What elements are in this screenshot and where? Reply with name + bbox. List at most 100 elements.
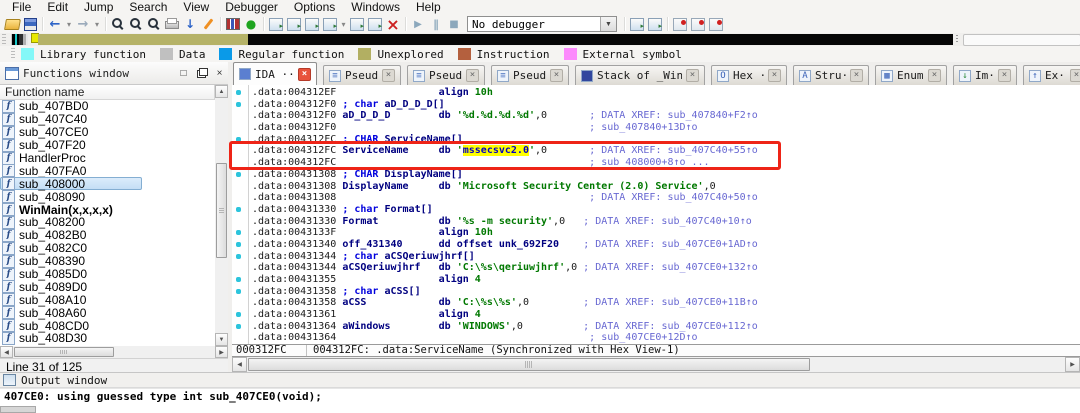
dbg-attach-icon[interactable]	[285, 16, 303, 32]
listing-line[interactable]: .data:00431330 Format db '%s -m security…	[232, 216, 1080, 228]
listing-line[interactable]: .data:004312FC ; CHAR ServiceName[]	[232, 134, 1080, 146]
listing-line[interactable]: .data:004312F0 ; sub_407840+13D↑o	[232, 122, 1080, 134]
jump-address-icon[interactable]: ↓	[181, 16, 199, 32]
dbg-open-icon[interactable]	[267, 16, 285, 32]
listing-line[interactable]: .data:00431340 off_431340 dd offset unk_…	[232, 239, 1080, 251]
listing-line[interactable]: .data:00431358 ; char aCSS[]	[232, 286, 1080, 298]
listing-line[interactable]: .data:004312FC ; sub_408000+8↑o ...	[232, 157, 1080, 169]
open-folder-icon[interactable]	[3, 16, 21, 32]
close-icon[interactable]: ×	[466, 69, 479, 82]
restore-window-icon[interactable]: □	[176, 66, 191, 80]
menu-item-search[interactable]: Search	[121, 0, 175, 15]
close-icon[interactable]: ×	[550, 69, 563, 82]
menu-item-windows[interactable]: Windows	[343, 0, 408, 15]
function-row-winmain-x-x-x-x[interactable]: fWinMain(x,x,x,x)	[0, 203, 215, 216]
nav-back-menu-icon[interactable]: ▾	[64, 16, 74, 32]
tab-ex[interactable]: ↑Ex···×	[1023, 65, 1080, 85]
search-binary-icon[interactable]	[145, 16, 163, 32]
listing-line[interactable]: .data:00431308 ; DATA XREF: sub_407C40+5…	[232, 192, 1080, 204]
dbg-step-icon[interactable]	[321, 16, 339, 32]
listing-line[interactable]: .data:00431361 align 4	[232, 309, 1080, 321]
close-window-icon[interactable]: ×	[212, 66, 227, 80]
tab-hex[interactable]: OHex ···×	[711, 65, 787, 85]
search-next-icon[interactable]	[127, 16, 145, 32]
menu-item-options[interactable]: Options	[286, 0, 343, 15]
close-icon[interactable]: ×	[298, 68, 311, 81]
listing-line[interactable]: .data:00431355 align 4	[232, 274, 1080, 286]
search-text-icon[interactable]	[109, 16, 127, 32]
listing-line[interactable]: .data:00431330 ; char Format[]	[232, 204, 1080, 216]
tab-im[interactable]: ↓Im···×	[953, 65, 1017, 85]
menu-item-jump[interactable]: Jump	[76, 0, 121, 15]
scroll-right-icon[interactable]: ▶	[1065, 357, 1080, 372]
flowchart-icon[interactable]	[224, 16, 242, 32]
function-row-sub-408a10[interactable]: fsub_408A10	[0, 293, 215, 306]
nav-back-icon[interactable]: ←	[46, 16, 64, 32]
marker-icon[interactable]	[199, 16, 217, 32]
step-into-icon[interactable]	[628, 16, 646, 32]
close-icon[interactable]: ×	[998, 69, 1011, 82]
chevron-down-icon[interactable]: ▼	[600, 17, 616, 31]
pause-icon[interactable]: ∥	[427, 16, 445, 32]
listing-line[interactable]: .data:00431308 DisplayName db 'Microsoft…	[232, 181, 1080, 193]
function-row-sub-4082b0[interactable]: fsub_4082B0	[0, 229, 215, 242]
function-row-sub-408000[interactable]: fsub_408000	[0, 177, 215, 190]
function-row-handlerproc[interactable]: fHandlerProc	[0, 152, 215, 165]
function-row-sub-408090[interactable]: fsub_408090	[0, 190, 215, 203]
function-row-sub-408cd0[interactable]: fsub_408CD0	[0, 319, 215, 332]
close-icon[interactable]: ×	[850, 69, 863, 82]
function-row-sub-4082c0[interactable]: fsub_4082C0	[0, 242, 215, 255]
scroll-down-icon[interactable]: ▼	[215, 333, 228, 346]
listing-line[interactable]: .data:00431308 ; CHAR DisplayName[]	[232, 169, 1080, 181]
listing-line[interactable]: .data:00431344 aCSQeriuwjhrf db 'C:\%s\q…	[232, 262, 1080, 274]
function-row-sub-407fa0[interactable]: fsub_407FA0	[0, 164, 215, 177]
tab-pseudo[interactable]: ≡Pseudo···×	[323, 65, 401, 85]
function-row-sub-407bd0[interactable]: fsub_407BD0	[0, 100, 215, 113]
save-icon[interactable]	[21, 16, 39, 32]
dbg-suspend-icon[interactable]	[303, 16, 321, 32]
function-row-sub-408200[interactable]: fsub_408200	[0, 216, 215, 229]
function-name-column-header[interactable]: Function name	[0, 85, 215, 100]
print-icon[interactable]	[163, 16, 181, 32]
start-process-icon[interactable]: ●	[242, 16, 260, 32]
listing-hscroll-thumb[interactable]	[248, 358, 810, 371]
close-icon[interactable]: ×	[768, 69, 781, 82]
function-row-sub-4085d0[interactable]: fsub_4085D0	[0, 268, 215, 281]
function-row-sub-407c40[interactable]: fsub_407C40	[0, 113, 215, 126]
tab-stru[interactable]: AStru···×	[793, 65, 869, 85]
function-row-sub-4089d0[interactable]: fsub_4089D0	[0, 280, 215, 293]
close-icon[interactable]: ×	[1070, 69, 1080, 82]
menu-item-debugger[interactable]: Debugger	[217, 0, 286, 15]
functions-hscroll-thumb[interactable]	[14, 347, 114, 357]
nav-forward-menu-icon[interactable]: ▾	[92, 16, 102, 32]
navband-drag-handle[interactable]	[2, 34, 6, 45]
tab-stack-of-winm[interactable]: Stack of _WinM···×	[575, 65, 705, 85]
tab-pseudo[interactable]: ≡Pseudo···×	[491, 65, 569, 85]
tab-pseudo[interactable]: ≡Pseudo···×	[407, 65, 485, 85]
dbg-edit-icon[interactable]	[366, 16, 384, 32]
function-row-sub-407ce0[interactable]: fsub_407CE0	[0, 126, 215, 139]
step-over-icon[interactable]	[646, 16, 664, 32]
close-icon[interactable]: ×	[382, 69, 395, 82]
stop-icon[interactable]: ■	[445, 16, 463, 32]
function-row-sub-408a60[interactable]: fsub_408A60	[0, 306, 215, 319]
scroll-left-icon[interactable]: ◀	[232, 357, 247, 372]
listing-horizontal-scrollbar[interactable]: ◀ ▶	[232, 357, 1080, 372]
function-row-sub-408390[interactable]: fsub_408390	[0, 255, 215, 268]
watch-icon[interactable]	[707, 16, 725, 32]
menu-item-help[interactable]: Help	[408, 0, 449, 15]
scroll-up-icon[interactable]: ▲	[215, 85, 228, 98]
run-icon[interactable]: ▶	[409, 16, 427, 32]
functions-vertical-scrollbar[interactable]: ▲ ▼	[215, 85, 228, 346]
listing-line[interactable]: .data:0043133F align 10h	[232, 227, 1080, 239]
listing-line[interactable]: .data:004312F0 aD_D_D_D db '%d.%d.%d.%d'…	[232, 110, 1080, 122]
disassembly-listing[interactable]: .data:004312EF align 10h.data:004312F0 ;…	[232, 85, 1080, 344]
menu-item-view[interactable]: View	[175, 0, 217, 15]
menu-item-edit[interactable]: Edit	[39, 0, 76, 15]
close-icon[interactable]: ×	[928, 69, 941, 82]
listing-line[interactable]: .data:004312EF align 10h	[232, 87, 1080, 99]
listing-line[interactable]: .data:004312F0 ; char aD_D_D_D[]	[232, 99, 1080, 111]
dbg-menu-icon[interactable]: ▾	[339, 16, 348, 32]
float-window-icon[interactable]	[194, 66, 209, 80]
breakpoint-icon[interactable]	[671, 16, 689, 32]
